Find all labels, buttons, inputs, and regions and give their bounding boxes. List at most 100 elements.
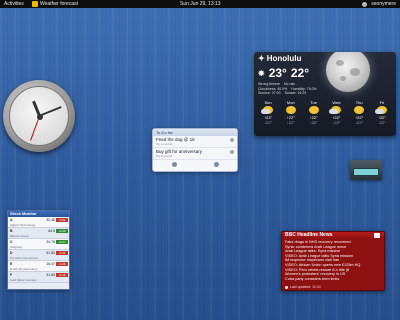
stock-symbol: B (10, 229, 13, 233)
stock-row[interactable]: F 31.89 -0.19 Ford Motor Compan (8, 272, 69, 283)
stock-name: Citigroup (10, 245, 23, 249)
news-headline[interactable]: Cuba party considers term limits (285, 277, 381, 282)
forecast-day-label: Sun (264, 100, 272, 105)
panel-clock[interactable]: Sun Jun 29, 13:13 (180, 0, 221, 8)
city-name: Honolulu (266, 54, 302, 63)
todo-footer (153, 160, 237, 168)
stock-name: Barnes Group (10, 234, 29, 238)
app-menu-label: Weather forecast (40, 1, 78, 7)
forecast-low: ↓22° (377, 120, 387, 125)
stock-price: 24.76 (46, 240, 55, 244)
todo-item[interactable]: Feed the dog @ 16 My to-do list (153, 136, 237, 148)
clock-face (9, 86, 69, 146)
stock-symbol: F (10, 273, 13, 277)
news-list: Fake drugs in NHS recovery recovered Syr… (282, 239, 384, 282)
feels-temp: 22° (290, 66, 310, 80)
stock-price: 31.89 (46, 273, 55, 277)
weather-city: ✦ Honolulu (258, 54, 301, 63)
todo-title: To-Do list (153, 129, 237, 136)
stock-name: E.ON AG (Germany) (10, 267, 38, 271)
stock-name: Agilent Technology (10, 223, 36, 227)
stock-price: 64.5 (48, 229, 55, 233)
news-title: BBC Headline News (282, 232, 384, 239)
stock-row[interactable]: B 64.5 +0.28 Barnes Group (8, 228, 69, 239)
stock-price: 32.48 (46, 218, 55, 222)
forecast-day: Sun ↑23° ↓22° (258, 100, 278, 125)
refresh-icon[interactable] (285, 285, 288, 289)
partly-cloudy-icon (329, 106, 342, 114)
forecast-low: ↓22° (309, 120, 318, 125)
stock-symbol: A (10, 218, 13, 222)
forecast-day-label: Tue (310, 100, 317, 105)
news-updated-text: Last updated: 11:34 (290, 285, 321, 289)
stock-symbol: D (10, 251, 13, 255)
todo-item[interactable]: Buy gift for anniversary My to-do list (153, 148, 237, 160)
todo-item-list: My to-do list (156, 142, 173, 146)
todo-widget[interactable]: To-Do list Feed the dog @ 16 My to-do li… (152, 128, 238, 172)
forecast-day-label: Wed (332, 100, 341, 105)
sun-icon (285, 106, 296, 114)
forecast-day: Tue ↑22° ↓22° (304, 100, 324, 125)
filter-icon[interactable] (171, 161, 177, 167)
weather-details: Strong breeze No rain Cloudiness: 40.0% Hu… (258, 82, 348, 96)
stock-name: Dominion Resources (10, 256, 38, 260)
stock-row[interactable]: A 32.48 -0.51 Agilent Technology (8, 217, 69, 228)
forecast-day-label: Fri (379, 100, 385, 105)
stock-price: 16.47 (46, 262, 55, 266)
delete-icon[interactable] (230, 138, 234, 142)
stock-price: 51.80 (46, 251, 55, 255)
sunrise-text: Sunrise: 07:00 (258, 91, 281, 95)
partly-cloudy-icon (261, 106, 273, 114)
weather-widget[interactable]: ✦ Honolulu ✸ 23° 22° Strong breeze No rai… (254, 52, 396, 136)
sunset-text: Sunset: 19:29 (284, 91, 307, 95)
stock-change: -0.51 (56, 218, 68, 222)
todo-item-list: My to-do list (156, 154, 173, 158)
stock-change: +0.07 (56, 240, 68, 244)
forecast-low: ↓22° (355, 120, 364, 125)
delete-icon[interactable] (230, 150, 234, 154)
user-menu[interactable]: seonymere (362, 0, 396, 8)
gadget-display (353, 168, 379, 176)
current-temperatures: ✸ 23° 22° (258, 66, 309, 80)
top-panel: Activities Weather forecast Sun Jun 29, … (0, 0, 400, 8)
forecast-row: Sun ↑23° ↓22° Mon ↑22° ↓22° Tue ↑22° ↓22… (258, 100, 392, 125)
forecast-day-label: Mon (286, 100, 295, 105)
sun-icon (308, 106, 319, 114)
sun-icon (354, 106, 365, 114)
stock-row[interactable]: D 51.80 -0.31 Dominion Resources (8, 250, 69, 261)
partly-cloudy-icon (374, 106, 387, 114)
stock-change: +0.28 (56, 229, 68, 233)
forecast-low: ↓22° (263, 120, 273, 125)
stock-row[interactable]: C 24.76 +0.07 Citigroup (8, 239, 69, 250)
stock-monitor-widget[interactable]: Stock Monitor A 32.48 -0.51 Agilent Tech… (7, 210, 70, 290)
forecast-low: ↓22° (286, 120, 295, 125)
clear-night-icon: ✸ (258, 68, 265, 78)
current-temp: 23° (268, 66, 287, 80)
stock-symbol: E (10, 262, 13, 266)
rss-icon[interactable] (374, 233, 380, 238)
forecast-day: Mon ↑22° ↓22° (281, 100, 301, 125)
news-footer: Last updated: 11:34 (285, 285, 321, 289)
stock-change: -0.26 (56, 262, 68, 266)
forecast-day: Fri ↑22° ↓22° (372, 100, 392, 125)
stock-change: -0.19 (56, 273, 68, 277)
weather-app-icon (32, 1, 38, 7)
system-monitor-gadget[interactable] (350, 160, 382, 180)
activities-button[interactable]: Activities (4, 0, 24, 8)
location-icon: ✦ (258, 54, 265, 63)
stock-row[interactable]: E 16.47 -0.26 E.ON AG (Germany) (8, 261, 69, 272)
forecast-day: Wed ↑22° ↓22° (326, 100, 346, 125)
analog-clock-widget[interactable] (3, 80, 75, 152)
stock-symbol: C (10, 240, 13, 244)
stock-name: Ford Motor Compan (10, 278, 37, 282)
add-item-icon[interactable] (213, 161, 219, 167)
bbc-news-widget[interactable]: BBC Headline News Fake drugs in NHS reco… (281, 231, 385, 291)
forecast-low: ↓22° (332, 120, 341, 125)
clock-hub (37, 114, 43, 120)
user-name: seonymere (371, 1, 396, 7)
app-menu[interactable]: Weather forecast (32, 0, 78, 8)
forecast-day-label: Thu (355, 100, 363, 105)
status-icon (362, 1, 368, 7)
news-title-text: BBC Headline News (285, 232, 333, 238)
stock-change: -0.31 (56, 251, 68, 255)
